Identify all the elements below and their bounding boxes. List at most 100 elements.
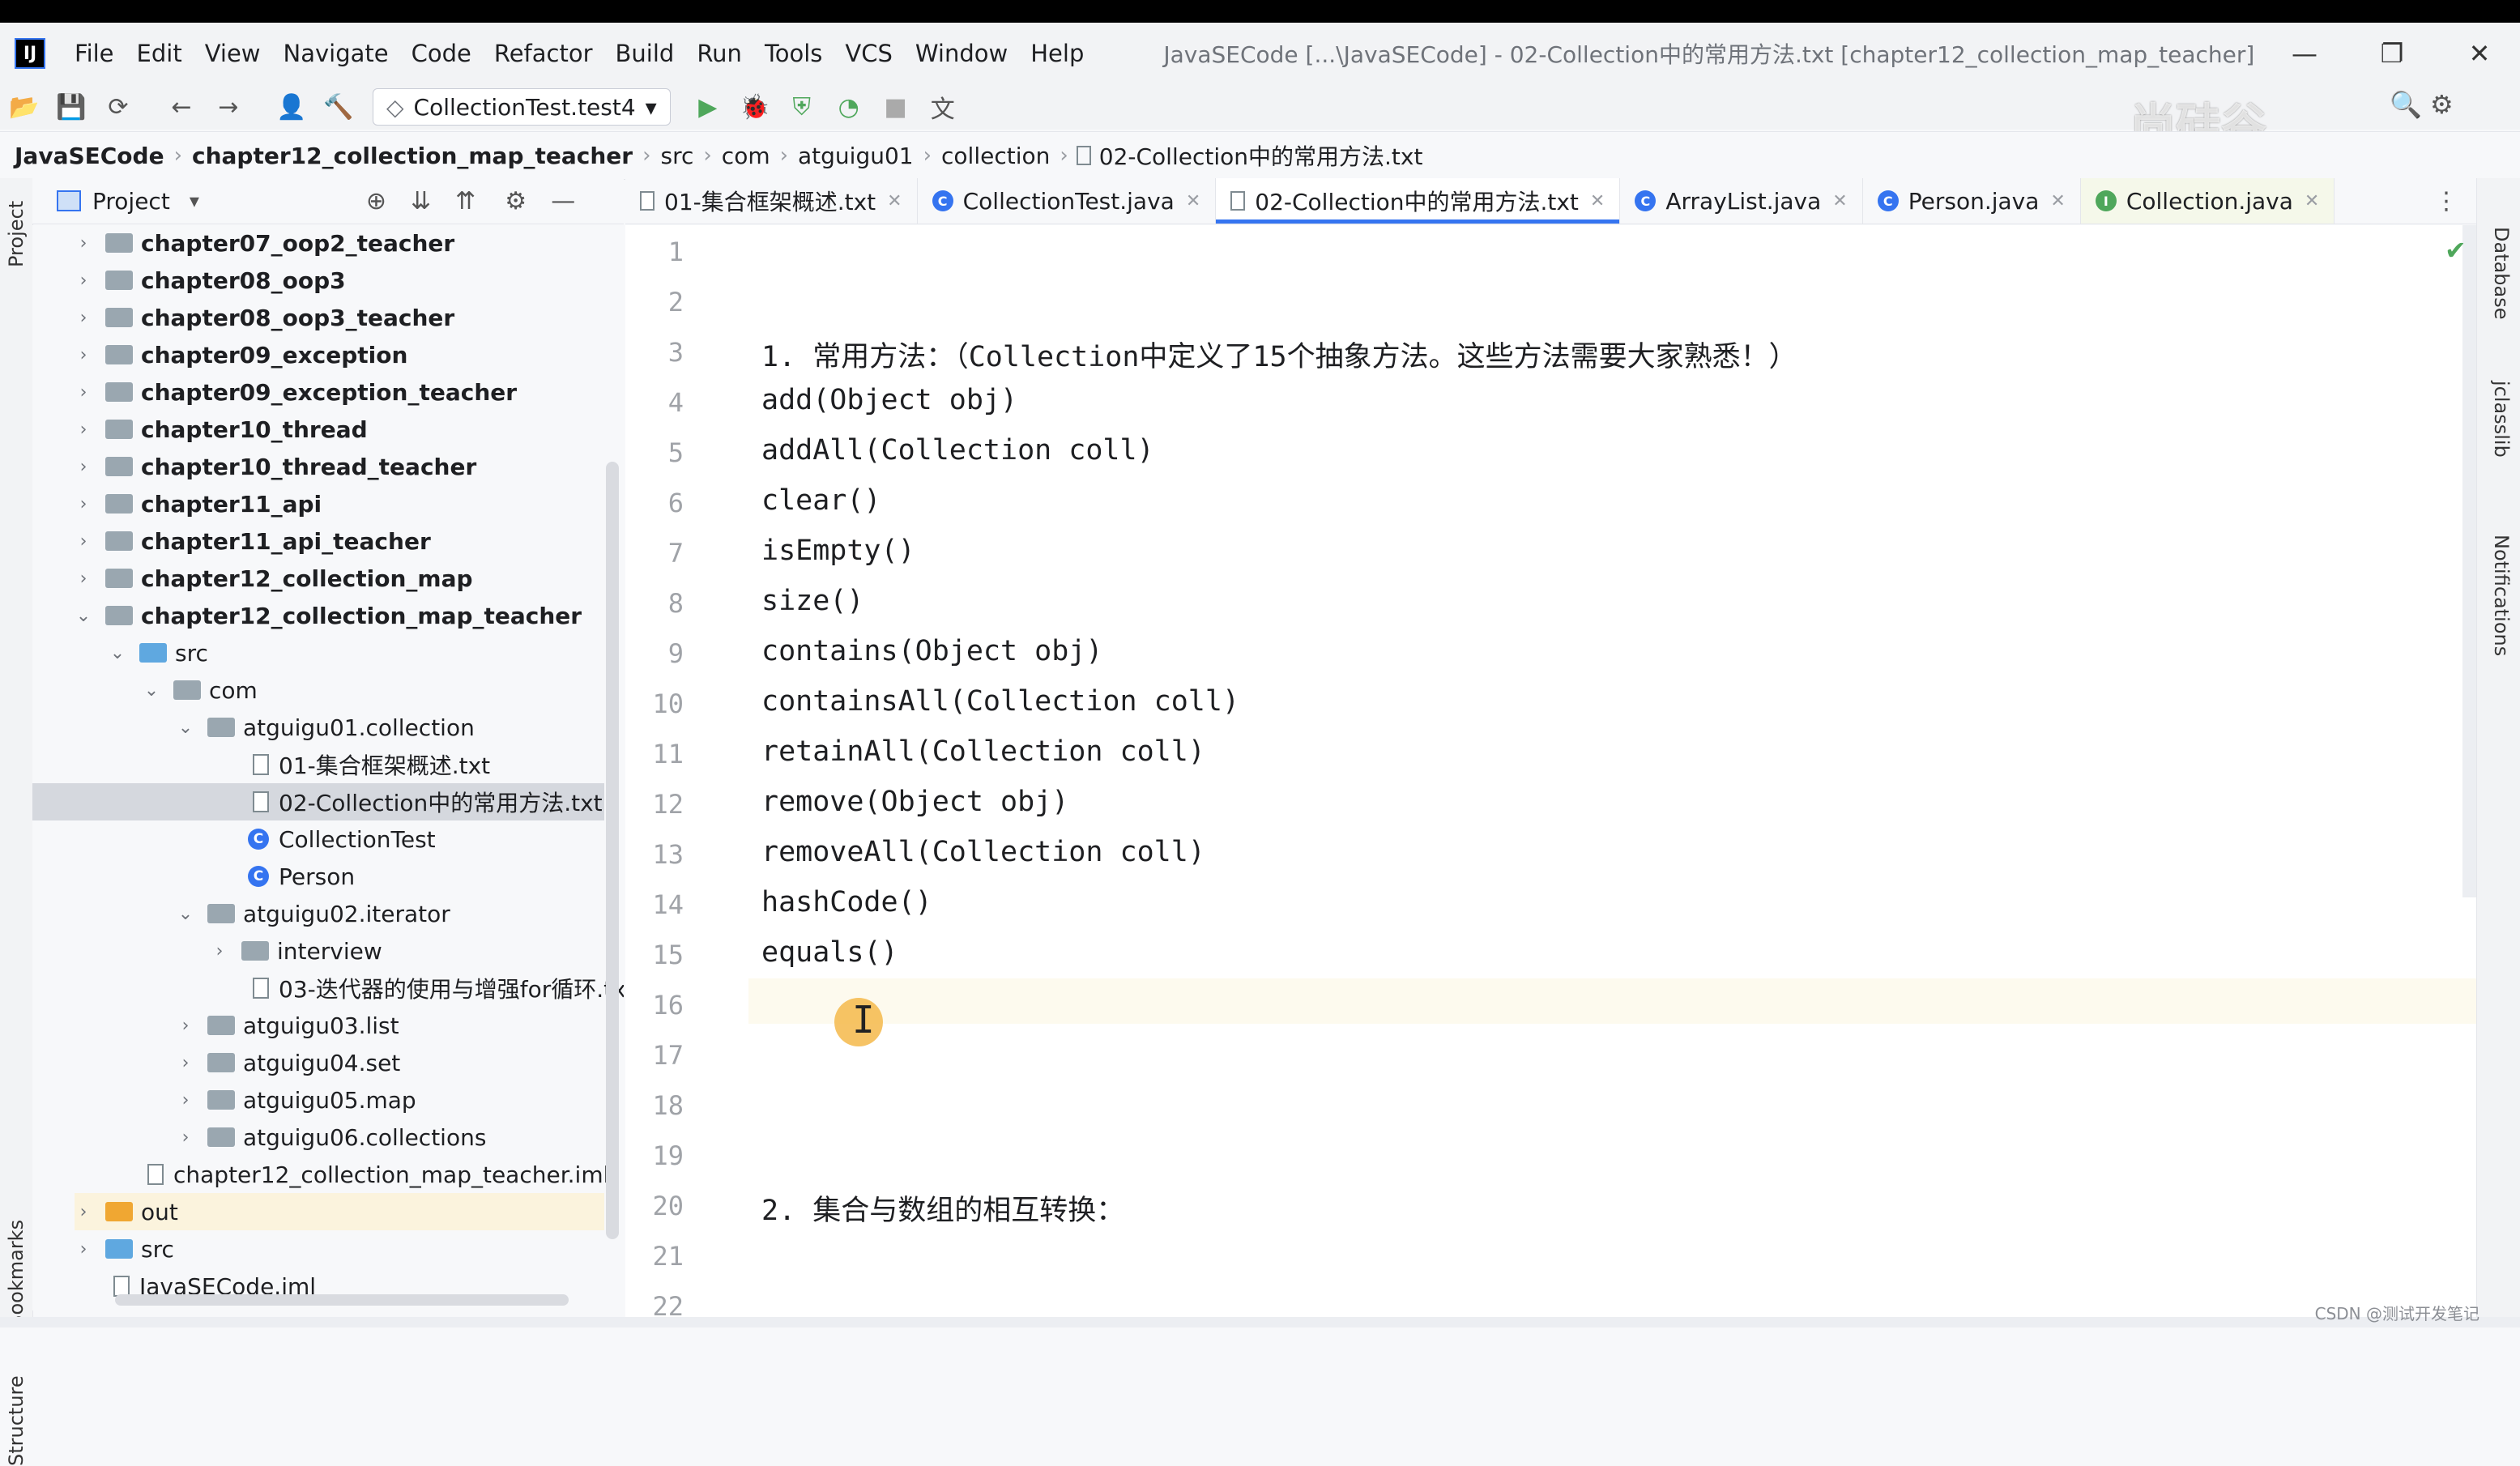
tree-item[interactable]: › atguigu03.list bbox=[177, 1007, 399, 1044]
code-line[interactable]: isEmpty() bbox=[761, 535, 915, 567]
tree-item[interactable]: ⌄ src bbox=[109, 634, 208, 671]
minimize-icon[interactable]: — bbox=[2268, 23, 2341, 84]
save-icon[interactable]: 💾 bbox=[53, 89, 89, 125]
project-panel-title[interactable]: Project bbox=[92, 188, 170, 215]
debug-icon[interactable]: 🐞 bbox=[737, 89, 773, 125]
tab-arraylist-java[interactable]: C ArrayList.java ✕ bbox=[1620, 178, 1863, 224]
breadcrumb-item[interactable]: src bbox=[661, 143, 694, 169]
close-tab-icon[interactable]: ✕ bbox=[2305, 191, 2319, 211]
project-tree-scrollbar[interactable] bbox=[606, 462, 619, 1239]
breadcrumb-item[interactable]: JavaSECode bbox=[15, 143, 164, 169]
project-tree-horizontal-scrollbar[interactable] bbox=[115, 1294, 569, 1306]
sync-icon[interactable]: ⟳ bbox=[100, 89, 136, 125]
menu-refactor[interactable]: Refactor bbox=[494, 40, 593, 67]
code-line[interactable]: 2. 集合与数组的相互转换： bbox=[761, 1187, 1124, 1229]
menu-run[interactable]: Run bbox=[697, 40, 742, 67]
coverage-icon[interactable]: ⛨ bbox=[784, 89, 820, 125]
run-icon[interactable]: ▶ bbox=[690, 89, 726, 125]
code-line[interactable]: contains(Object obj) bbox=[761, 635, 1102, 667]
editor-scrollbar[interactable] bbox=[2462, 225, 2476, 897]
chevron-right-icon[interactable]: › bbox=[177, 1127, 194, 1148]
breadcrumb-item[interactable]: collection bbox=[941, 143, 1050, 169]
close-icon[interactable]: ✕ bbox=[2443, 23, 2516, 84]
tree-item[interactable]: ⌄ atguigu02.iterator bbox=[177, 895, 450, 932]
tree-item[interactable]: › chapter11_api bbox=[75, 485, 322, 522]
tab-person-java[interactable]: C Person.java ✕ bbox=[1863, 178, 2081, 224]
tree-item[interactable]: › chapter08_oop3_teacher bbox=[75, 299, 455, 336]
chevron-right-icon[interactable]: › bbox=[211, 941, 228, 961]
chevron-right-icon[interactable]: › bbox=[75, 308, 92, 328]
close-tab-icon[interactable]: ✕ bbox=[1186, 191, 1200, 211]
structure-tool-window-button[interactable]: Structure bbox=[5, 1375, 28, 1466]
chevron-right-icon[interactable]: › bbox=[177, 1053, 194, 1073]
menu-view[interactable]: View bbox=[205, 40, 261, 67]
tree-item[interactable]: › atguigu04.set bbox=[177, 1044, 401, 1081]
jclasslib-tool-window-button[interactable]: jclasslib bbox=[2490, 381, 2513, 458]
settings-icon[interactable]: ⚙ bbox=[2430, 89, 2454, 120]
profile-icon[interactable]: ◔ bbox=[831, 89, 867, 125]
tree-item[interactable]: › chapter10_thread_teacher bbox=[75, 448, 477, 485]
tab-02-txt-active[interactable]: 02-Collection中的常用方法.txt ✕ bbox=[1216, 178, 1621, 224]
chevron-right-icon[interactable]: › bbox=[75, 345, 92, 365]
locate-icon[interactable]: ⊕ bbox=[366, 187, 386, 215]
expand-all-icon[interactable]: ⇊ bbox=[411, 187, 431, 215]
tree-item-selected[interactable]: 02-Collection中的常用方法.txt bbox=[32, 783, 604, 820]
chevron-right-icon[interactable]: › bbox=[177, 1016, 194, 1036]
tree-item[interactable]: › chapter07_oop2_teacher bbox=[75, 225, 455, 262]
user-icon[interactable]: 👤 bbox=[274, 89, 309, 125]
menu-navigate[interactable]: Navigate bbox=[284, 40, 389, 67]
chevron-right-icon[interactable]: › bbox=[75, 569, 92, 589]
close-tab-icon[interactable]: ✕ bbox=[1832, 191, 1847, 211]
code-line[interactable]: clear() bbox=[761, 484, 881, 517]
tab-01-txt[interactable]: 01-集合框架概述.txt ✕ bbox=[625, 178, 918, 224]
gear-icon[interactable]: ⚙ bbox=[505, 187, 527, 215]
menu-vcs[interactable]: VCS bbox=[845, 40, 893, 67]
tree-item[interactable]: › chapter09_exception_teacher bbox=[75, 373, 517, 411]
tree-item[interactable]: › atguigu05.map bbox=[177, 1081, 416, 1119]
tree-item[interactable]: › interview bbox=[211, 932, 382, 970]
notifications-tool-window-button[interactable]: Notifications bbox=[2490, 535, 2513, 656]
code-line[interactable]: remove(Object obj) bbox=[761, 786, 1068, 818]
bookmarks-tool-window-button[interactable]: Bookmarks bbox=[5, 1220, 28, 1328]
chevron-right-icon[interactable]: › bbox=[75, 1202, 92, 1222]
tree-item[interactable]: › chapter11_api_teacher bbox=[75, 522, 431, 560]
breadcrumb-item[interactable]: com bbox=[722, 143, 770, 169]
chevron-right-icon[interactable]: › bbox=[75, 271, 92, 291]
search-icon[interactable]: 🔍 bbox=[2390, 89, 2422, 120]
code-line[interactable]: size() bbox=[761, 585, 863, 617]
chevron-down-icon[interactable]: ▾ bbox=[190, 190, 199, 212]
database-tool-window-button[interactable]: Database bbox=[2490, 227, 2513, 320]
hide-panel-icon[interactable]: — bbox=[551, 187, 575, 215]
chevron-right-icon[interactable]: › bbox=[75, 457, 92, 477]
tree-item[interactable]: › out bbox=[75, 1193, 604, 1230]
breadcrumb-item[interactable]: atguigu01 bbox=[798, 143, 914, 169]
tree-item[interactable]: › src bbox=[75, 1230, 174, 1268]
breadcrumb-item[interactable]: 02-Collection中的常用方法.txt bbox=[1099, 139, 1423, 172]
restore-icon[interactable]: ❐ bbox=[2356, 23, 2428, 84]
chevron-right-icon[interactable]: › bbox=[75, 382, 92, 403]
tree-item[interactable]: C Person bbox=[248, 858, 355, 895]
tree-item[interactable]: › chapter12_collection_map bbox=[75, 560, 473, 597]
chevron-right-icon[interactable]: › bbox=[177, 1090, 194, 1110]
code-line[interactable]: hashCode() bbox=[761, 886, 932, 918]
back-icon[interactable]: ← bbox=[164, 89, 199, 125]
tree-item[interactable]: › chapter09_exception bbox=[75, 336, 408, 373]
forward-icon[interactable]: → bbox=[211, 89, 246, 125]
tree-item[interactable]: › atguigu06.collections bbox=[177, 1119, 487, 1156]
stop-icon[interactable]: ■ bbox=[878, 89, 914, 125]
chevron-right-icon[interactable]: › bbox=[75, 531, 92, 552]
code-line[interactable]: retainAll(Collection coll) bbox=[761, 735, 1205, 768]
chevron-right-icon[interactable]: › bbox=[75, 494, 92, 514]
chevron-down-icon[interactable]: ⌄ bbox=[177, 718, 194, 738]
tree-item[interactable]: › chapter08_oop3 bbox=[75, 262, 346, 299]
chevron-down-icon[interactable]: ⌄ bbox=[177, 904, 194, 924]
menu-tools[interactable]: Tools bbox=[765, 40, 822, 67]
tree-item[interactable]: 01-集合框架概述.txt bbox=[253, 746, 490, 783]
menu-edit[interactable]: Edit bbox=[137, 40, 182, 67]
chevron-down-icon[interactable]: ⌄ bbox=[143, 680, 160, 701]
code-line[interactable]: equals() bbox=[761, 936, 898, 969]
code-line[interactable]: 1. 常用方法：（Collection中定义了15个抽象方法。这些方法需要大家熟… bbox=[761, 334, 1797, 375]
code-line[interactable]: containsAll(Collection coll) bbox=[761, 685, 1239, 718]
tab-collectiontest-java[interactable]: C CollectionTest.java ✕ bbox=[918, 178, 1217, 224]
collapse-all-icon[interactable]: ⇈ bbox=[455, 187, 475, 215]
